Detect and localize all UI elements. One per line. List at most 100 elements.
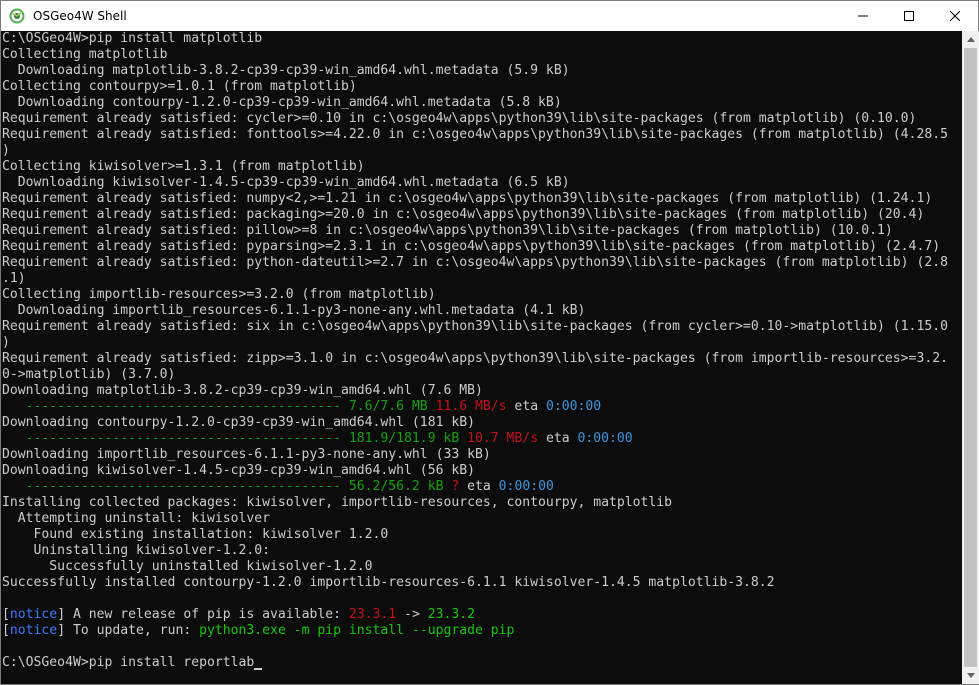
console-output[interactable]: C:\OSGeo4W>pip install matplotlib Collect… xyxy=(1,31,962,684)
console-text: Requirement already satisfied: six in c:… xyxy=(2,319,948,334)
console-text: 56.2/56.2 kB xyxy=(348,479,444,494)
console-text: 0:00:00 xyxy=(577,431,633,446)
console-line: Requirement already satisfied: pyparsing… xyxy=(1,239,962,255)
console-line: Downloading kiwisolver-1.4.5-cp39-cp39-w… xyxy=(1,175,962,191)
console-line: Collecting contourpy>=1.0.1 (from matplo… xyxy=(1,79,962,95)
console-text: Collecting importlib-resources>=3.2.0 (f… xyxy=(2,287,436,302)
console-text: Requirement already satisfied: python-da… xyxy=(2,255,948,270)
close-icon xyxy=(950,11,960,21)
console-line: Found existing installation: kiwisolver … xyxy=(1,527,962,543)
console-text: Requirement already satisfied: fonttools… xyxy=(2,127,948,142)
console-text: Requirement already satisfied: numpy<2,>… xyxy=(2,191,933,206)
console-text: 0:00:00 xyxy=(545,399,602,414)
text-cursor xyxy=(254,668,263,670)
console-text: C:\OSGeo4W>pip install matplotlib xyxy=(2,31,263,46)
window-title: OSGeo4W Shell xyxy=(33,9,127,23)
console-text: ) xyxy=(2,335,10,350)
console-line: Downloading matplotlib-3.8.2-cp39-cp39-w… xyxy=(1,383,962,399)
console-line: Successfully uninstalled kiwisolver-1.2.… xyxy=(1,559,962,575)
console-line: C:\OSGeo4W>pip install matplotlib xyxy=(1,31,962,47)
console-line: Successfully installed contourpy-1.2.0 i… xyxy=(1,575,962,591)
console-text: Successfully installed contourpy-1.2.0 i… xyxy=(2,575,775,590)
console-text: ) xyxy=(2,143,10,158)
console-text: ---------------------------------------- xyxy=(2,399,349,414)
console-line: [notice] To update, run: python3.exe -m … xyxy=(1,623,962,639)
console-text: Requirement already satisfied: cycler>=0… xyxy=(2,111,917,126)
console-line: Collecting matplotlib xyxy=(1,47,962,63)
console-text: Collecting contourpy>=1.0.1 (from matplo… xyxy=(2,79,357,94)
console-text: Downloading importlib_resources-6.1.1-py… xyxy=(2,447,491,462)
console-text: Collecting matplotlib xyxy=(2,47,168,62)
vertical-scrollbar[interactable] xyxy=(962,31,979,684)
console-text: Requirement already satisfied: pillow>=8… xyxy=(2,223,893,238)
console-text: Downloading matplotlib-3.8.2-cp39-cp39-w… xyxy=(2,383,483,398)
minimize-button[interactable] xyxy=(840,1,886,31)
console-text: 0->matplotlib) (3.7.0) xyxy=(2,367,176,382)
console-line: Requirement already satisfied: six in c:… xyxy=(1,319,962,335)
console-line: Collecting importlib-resources>=3.2.0 (f… xyxy=(1,287,962,303)
console-line: .1) xyxy=(1,271,962,287)
title-bar[interactable]: OSGeo4W Shell xyxy=(1,1,978,31)
console-text: Downloading contourpy-1.2.0-cp39-cp39-wi… xyxy=(2,415,475,430)
console-text: Downloading importlib_resources-6.1.1-py… xyxy=(2,303,586,318)
console-line: Attempting uninstall: kiwisolver xyxy=(1,511,962,527)
console-line: 0->matplotlib) (3.7.0) xyxy=(1,367,962,383)
console-line: Requirement already satisfied: fonttools… xyxy=(1,127,962,143)
console-line: Downloading contourpy-1.2.0-cp39-cp39-wi… xyxy=(1,415,962,431)
console-text: Downloading contourpy-1.2.0-cp39-cp39-wi… xyxy=(2,95,562,110)
console-line: Uninstalling kiwisolver-1.2.0: xyxy=(1,543,962,559)
console-text: 11.6 MB/s xyxy=(435,399,507,414)
console-text: Uninstalling kiwisolver-1.2.0: xyxy=(2,543,271,558)
console-text: eta xyxy=(506,399,546,414)
console-text: 10.7 MB/s xyxy=(467,431,539,446)
console-line: Downloading kiwisolver-1.4.5-cp39-cp39-w… xyxy=(1,463,962,479)
console-line: Downloading importlib_resources-6.1.1-py… xyxy=(1,447,962,463)
scroll-thumb[interactable] xyxy=(964,48,977,667)
console-line: Requirement already satisfied: numpy<2,>… xyxy=(1,191,962,207)
console-line: C:\OSGeo4W>pip install reportlab xyxy=(1,655,962,671)
console-line: Downloading importlib_resources-6.1.1-py… xyxy=(1,303,962,319)
console-text: ] A new release of pip is available: xyxy=(57,607,349,622)
console-text: ] To update, run: xyxy=(57,623,200,638)
maximize-button[interactable] xyxy=(886,1,932,31)
console-text: 181.9/181.9 kB xyxy=(348,431,460,446)
console-line: Requirement already satisfied: python-da… xyxy=(1,255,962,271)
scroll-up-icon[interactable] xyxy=(962,31,979,48)
console-line: Installing collected packages: kiwisolve… xyxy=(1,495,962,511)
console-text: Collecting kiwisolver>=1.3.1 (from matpl… xyxy=(2,159,365,174)
scroll-down-icon[interactable] xyxy=(962,667,979,684)
console-text: Found existing installation: kiwisolver … xyxy=(2,527,389,542)
console-text: Requirement already satisfied: packaging… xyxy=(2,207,925,222)
console-text: notice xyxy=(9,623,58,638)
minimize-icon xyxy=(858,15,868,17)
console-line: Collecting kiwisolver>=1.3.1 (from matpl… xyxy=(1,159,962,175)
console-line: Downloading matplotlib-3.8.2-cp39-cp39-w… xyxy=(1,63,962,79)
console-text: ---------------------------------------- xyxy=(2,479,349,494)
console-line: ----------------------------------------… xyxy=(1,399,962,415)
console-text: C:\OSGeo4W>pip install reportlab xyxy=(2,655,255,670)
console-text: Downloading kiwisolver-1.4.5-cp39-cp39-w… xyxy=(2,463,475,478)
console-text: Downloading matplotlib-3.8.2-cp39-cp39-w… xyxy=(2,63,570,78)
close-button[interactable] xyxy=(932,1,978,31)
console-text: 0:00:00 xyxy=(498,479,554,494)
console-text: eta xyxy=(459,479,499,494)
console-text: Attempting uninstall: kiwisolver xyxy=(2,511,271,526)
console-line: Downloading contourpy-1.2.0-cp39-cp39-wi… xyxy=(1,95,962,111)
console-text: Installing collected packages: kiwisolve… xyxy=(2,495,673,510)
console-text: [ xyxy=(2,623,10,638)
console-window: OSGeo4W Shell C:\OSGeo4W>pip install mat… xyxy=(0,0,979,685)
maximize-icon xyxy=(904,11,914,21)
console-text: python3.exe -m pip install --upgrade pip xyxy=(199,623,515,638)
console-text: .1) xyxy=(2,271,26,286)
console-line: ) xyxy=(1,143,962,159)
console-line: Requirement already satisfied: pillow>=8… xyxy=(1,223,962,239)
console-line: Requirement already satisfied: zipp>=3.1… xyxy=(1,351,962,367)
console-text: 7.6/7.6 MB xyxy=(348,399,428,414)
console-line: ----------------------------------------… xyxy=(1,431,962,447)
osgeo4w-icon xyxy=(9,8,25,24)
console-text: Requirement already satisfied: pyparsing… xyxy=(2,239,941,254)
